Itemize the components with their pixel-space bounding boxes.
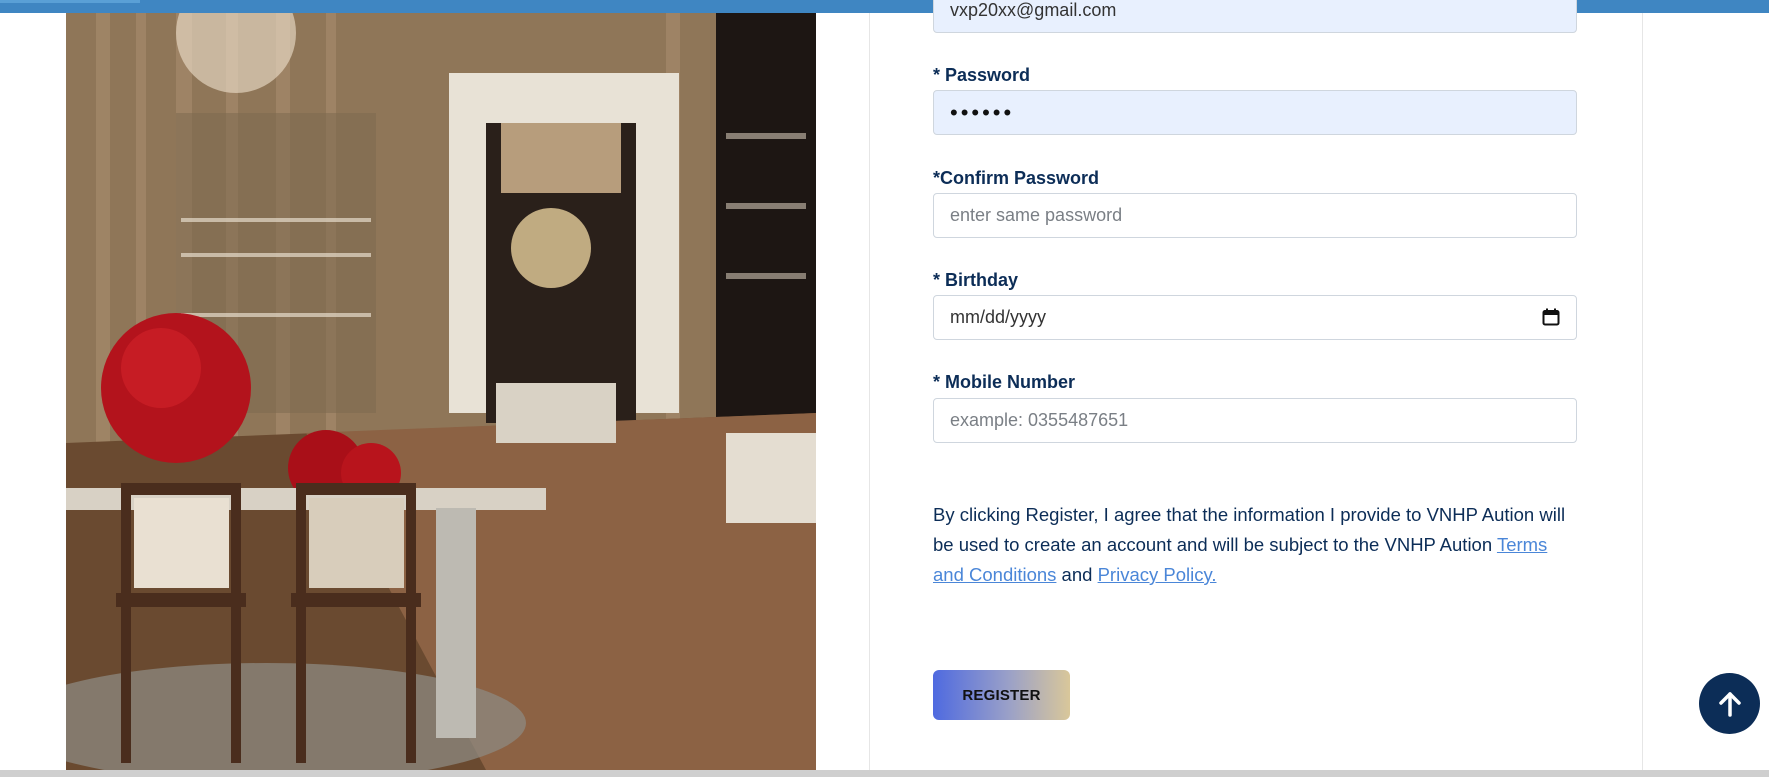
showroom-image	[66, 13, 816, 770]
password-value: ••••••	[950, 99, 1015, 125]
calendar-icon[interactable]	[1542, 308, 1560, 326]
birthday-placeholder: mm/dd/yyyy	[950, 307, 1047, 327]
form-divider-right	[1642, 13, 1643, 770]
mobile-placeholder: example: 0355487651	[950, 410, 1129, 430]
register-button[interactable]: REGISTER	[933, 670, 1070, 720]
confirm-password-placeholder: enter same password	[950, 205, 1123, 225]
email-field[interactable]: vxp20xx@gmail.com	[933, 0, 1577, 33]
bottom-scrollbar[interactable]	[0, 770, 1769, 777]
confirm-password-field[interactable]: enter same password	[933, 193, 1577, 238]
agreement-and: and	[1056, 564, 1098, 585]
privacy-link[interactable]: Privacy Policy.	[1098, 564, 1217, 585]
scroll-to-top-button[interactable]	[1699, 673, 1760, 734]
arrow-up-icon	[1718, 691, 1741, 717]
mobile-label: * Mobile Number	[933, 372, 1076, 392]
agreement-body: By clicking Register, I agree that the i…	[933, 504, 1566, 555]
birthday-field[interactable]: mm/dd/yyyy	[933, 295, 1577, 340]
top-bar-accent	[0, 0, 140, 3]
mobile-field[interactable]: example: 0355487651	[933, 398, 1577, 443]
birthday-label: * Birthday	[933, 270, 1019, 290]
email-value: vxp20xx@gmail.com	[950, 0, 1117, 20]
form-divider-left	[869, 13, 870, 770]
password-field[interactable]: ••••••	[933, 90, 1577, 135]
agreement-text: By clicking Register, I agree that the i…	[933, 500, 1583, 590]
password-label: * Password	[933, 65, 1031, 85]
confirm-password-label: *Confirm Password	[933, 168, 1100, 188]
